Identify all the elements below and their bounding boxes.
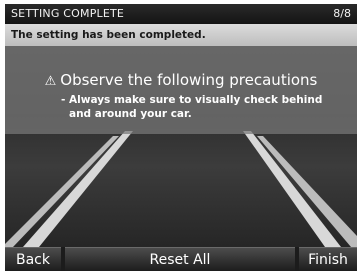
precautions-heading: ⚠ Observe the following precautions bbox=[5, 71, 357, 89]
back-button[interactable]: Back bbox=[5, 247, 61, 271]
screen-title: SETTING COMPLETE bbox=[11, 7, 125, 20]
status-message: The setting has been completed. bbox=[11, 29, 206, 41]
page-indicator: 8/8 bbox=[333, 7, 351, 20]
precautions-detail: - Always make sure to visually check beh… bbox=[61, 93, 351, 121]
status-message-bar: The setting has been completed. bbox=[5, 24, 357, 46]
warning-icon: ⚠ bbox=[44, 74, 57, 89]
finish-button[interactable]: Finish bbox=[299, 247, 357, 271]
button-bar: Back Reset All Finish bbox=[5, 247, 357, 271]
precautions-title: Observe the following precautions bbox=[60, 71, 318, 89]
reset-all-button[interactable]: Reset All bbox=[65, 247, 295, 271]
title-bar: SETTING COMPLETE 8/8 bbox=[5, 4, 357, 24]
precautions-detail-line2: and around your car. bbox=[69, 108, 192, 120]
precautions-panel: ⚠ Observe the following precautions - Alw… bbox=[5, 46, 357, 134]
precautions-detail-line1: - Always make sure to visually check beh… bbox=[61, 94, 323, 106]
setting-complete-screen: SETTING COMPLETE 8/8 The setting has bee… bbox=[5, 4, 357, 271]
